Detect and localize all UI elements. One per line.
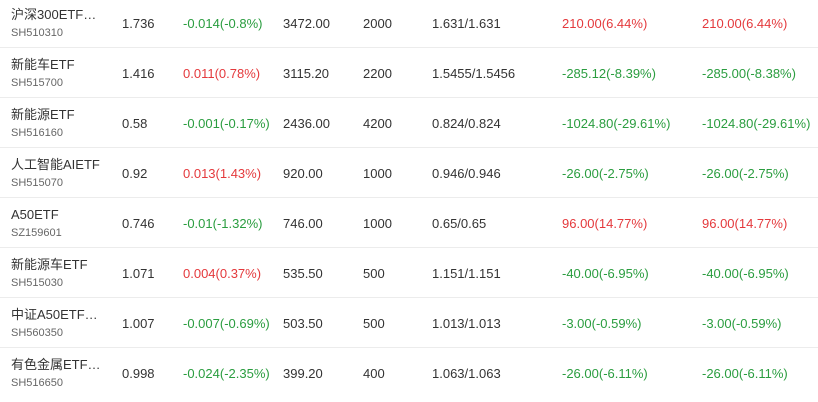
change-cell: -0.001(-0.17%): [183, 115, 270, 131]
etf-code: SZ159601: [11, 226, 62, 239]
price-cell: 1.071: [122, 265, 155, 281]
name-cell: 新能车ETF SH515700: [11, 48, 111, 98]
market-value-cell: 535.50: [283, 265, 323, 281]
table-row[interactable]: 新能车ETF SH515700 1.416 0.011(0.78%) 3115.…: [0, 48, 818, 98]
etf-name: A50ETF: [11, 206, 59, 222]
change-cell: 0.011(0.78%): [183, 65, 261, 81]
change-cell: 0.004(0.37%): [183, 265, 262, 281]
cost-cell: 0.946/0.946: [432, 165, 501, 181]
change-cell: -0.014(-0.8%): [183, 15, 263, 31]
pnl-alt-cell: -26.00(-2.75%): [702, 165, 789, 181]
etf-name: 有色金属ETF…: [11, 356, 101, 372]
etf-name: 沪深300ETF…: [11, 6, 97, 22]
quantity-cell: 2000: [363, 15, 392, 31]
price-cell: 1.736: [122, 15, 155, 31]
table-row[interactable]: 新能源车ETF SH515030 1.071 0.004(0.37%) 535.…: [0, 248, 818, 298]
pnl-cell: -3.00(-0.59%): [562, 315, 642, 331]
quantity-cell: 400: [363, 365, 385, 381]
etf-code: SH560350: [11, 326, 63, 339]
cost-cell: 1.151/1.151: [432, 265, 501, 281]
table-row[interactable]: 中证A50ETF… SH560350 1.007 -0.007(-0.69%) …: [0, 298, 818, 348]
change-cell: -0.01(-1.32%): [183, 215, 263, 231]
market-value-cell: 920.00: [283, 165, 323, 181]
pnl-alt-cell: -40.00(-6.95%): [702, 265, 789, 281]
holdings-table: 沪深300ETF… SH510310 1.736 -0.014(-0.8%) 3…: [0, 0, 818, 402]
quantity-cell: 4200: [363, 115, 392, 131]
etf-name: 人工智能AIETF: [11, 156, 100, 172]
market-value-cell: 503.50: [283, 315, 323, 331]
quantity-cell: 1000: [363, 165, 392, 181]
pnl-alt-cell: -26.00(-6.11%): [702, 365, 788, 381]
pnl-cell: -26.00(-6.11%): [562, 365, 648, 381]
pnl-alt-cell: -285.00(-8.38%): [702, 65, 796, 81]
quantity-cell: 500: [363, 315, 385, 331]
cost-cell: 1.063/1.063: [432, 365, 501, 381]
etf-code: SH510310: [11, 26, 63, 39]
price-cell: 1.416: [122, 65, 155, 81]
price-cell: 0.58: [122, 115, 148, 131]
market-value-cell: 399.20: [283, 365, 323, 381]
table-row[interactable]: 沪深300ETF… SH510310 1.736 -0.014(-0.8%) 3…: [0, 0, 818, 48]
etf-code: SH515030: [11, 276, 63, 289]
name-cell: A50ETF SZ159601: [11, 198, 111, 248]
table-row[interactable]: 有色金属ETF… SH516650 0.998 -0.024(-2.35%) 3…: [0, 348, 818, 398]
quantity-cell: 2200: [363, 65, 392, 81]
etf-code: SH515700: [11, 76, 63, 89]
change-cell: -0.024(-2.35%): [183, 365, 270, 381]
quantity-cell: 500: [363, 265, 385, 281]
name-cell: 新能源ETF SH516160: [11, 98, 111, 148]
pnl-cell: 210.00(6.44%): [562, 15, 648, 31]
name-cell: 中证A50ETF… SH560350: [11, 298, 111, 348]
pnl-cell: -26.00(-2.75%): [562, 165, 649, 181]
price-cell: 1.007: [122, 315, 155, 331]
etf-name: 新能源ETF: [11, 106, 75, 122]
etf-name: 新能车ETF: [11, 56, 75, 72]
name-cell: 沪深300ETF… SH510310: [11, 0, 111, 48]
market-value-cell: 2436.00: [283, 115, 330, 131]
market-value-cell: 3115.20: [283, 65, 330, 81]
etf-code: SH516160: [11, 126, 63, 139]
cost-cell: 1.5455/1.5456: [432, 65, 516, 81]
etf-code: SH515070: [11, 176, 63, 189]
change-cell: 0.013(1.43%): [183, 165, 262, 181]
pnl-alt-cell: 210.00(6.44%): [702, 15, 788, 31]
price-cell: 0.92: [122, 165, 148, 181]
market-value-cell: 746.00: [283, 215, 323, 231]
pnl-cell: -1024.80(-29.61%): [562, 115, 671, 131]
name-cell: 人工智能AIETF SH515070: [11, 148, 111, 198]
cost-cell: 0.65/0.65: [432, 215, 487, 231]
pnl-cell: -285.12(-8.39%): [562, 65, 656, 81]
cost-cell: 1.631/1.631: [432, 15, 501, 31]
price-cell: 0.746: [122, 215, 155, 231]
cost-cell: 0.824/0.824: [432, 115, 501, 131]
etf-code: SH516650: [11, 376, 63, 389]
pnl-cell: 96.00(14.77%): [562, 215, 648, 231]
pnl-cell: -40.00(-6.95%): [562, 265, 649, 281]
market-value-cell: 3472.00: [283, 15, 330, 31]
etf-name: 新能源车ETF: [11, 256, 88, 272]
etf-name: 中证A50ETF…: [11, 306, 98, 322]
table-row[interactable]: 新能源ETF SH516160 0.58 -0.001(-0.17%) 2436…: [0, 98, 818, 148]
pnl-alt-cell: -1024.80(-29.61%): [702, 115, 811, 131]
price-cell: 0.998: [122, 365, 155, 381]
name-cell: 新能源车ETF SH515030: [11, 248, 111, 298]
cost-cell: 1.013/1.013: [432, 315, 501, 331]
pnl-alt-cell: 96.00(14.77%): [702, 215, 788, 231]
name-cell: 有色金属ETF… SH516650: [11, 348, 111, 398]
pnl-alt-cell: -3.00(-0.59%): [702, 315, 782, 331]
table-row[interactable]: A50ETF SZ159601 0.746 -0.01(-1.32%) 746.…: [0, 198, 818, 248]
change-cell: -0.007(-0.69%): [183, 315, 270, 331]
table-row[interactable]: 人工智能AIETF SH515070 0.92 0.013(1.43%) 920…: [0, 148, 818, 198]
quantity-cell: 1000: [363, 215, 392, 231]
